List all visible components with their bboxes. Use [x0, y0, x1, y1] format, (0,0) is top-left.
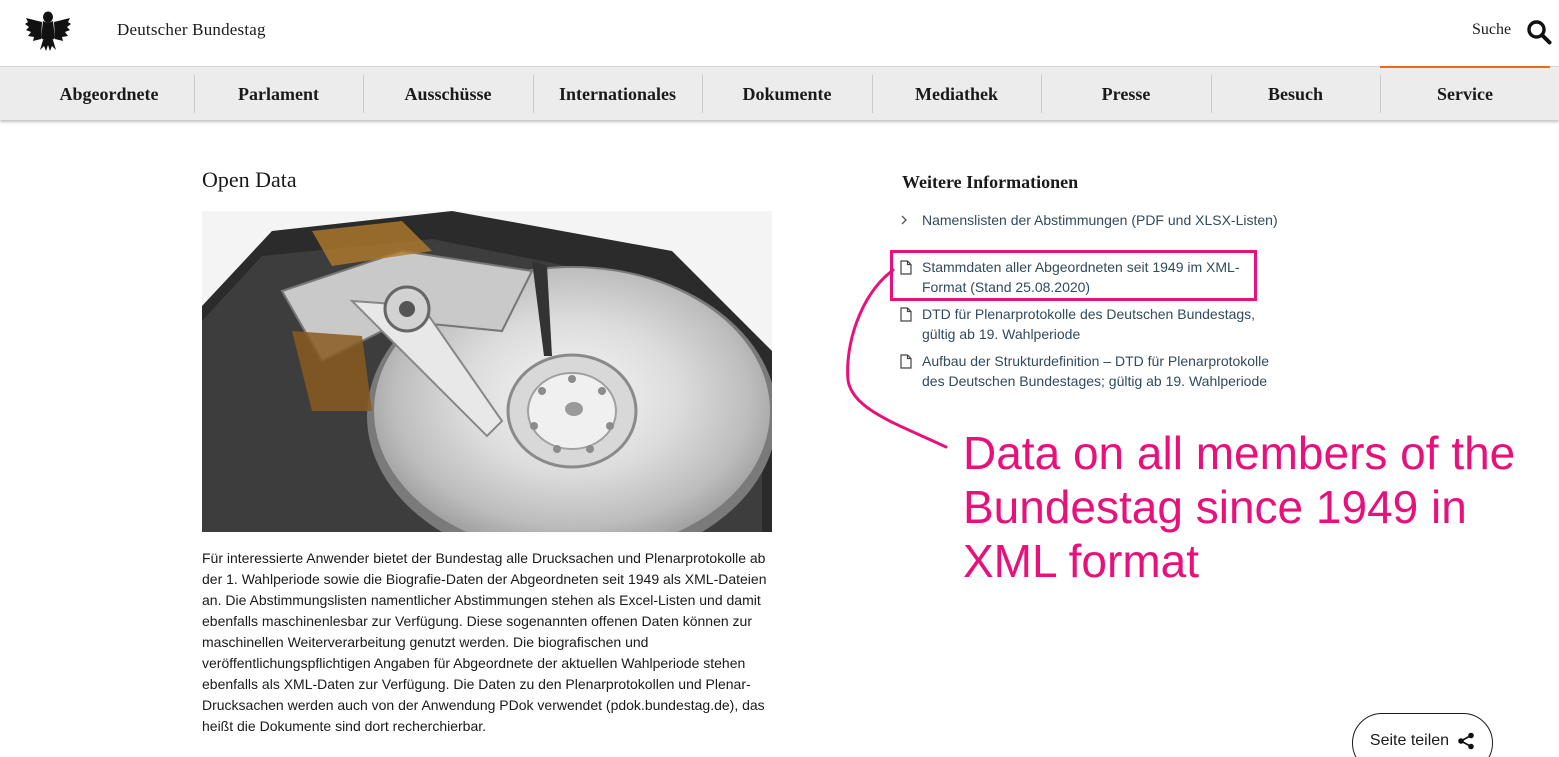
page-title: Open Data [202, 167, 297, 192]
share-page-button[interactable]: Seite teilen [1352, 713, 1493, 757]
nav-item-abgeordnete[interactable]: Abgeordnete [24, 67, 194, 121]
nav-item-besuch[interactable]: Besuch [1211, 67, 1380, 121]
link-label[interactable]: Namenslisten der Abstimmungen (PDF und X… [922, 210, 1278, 230]
site-title[interactable]: Deutscher Bundestag [117, 20, 266, 40]
chevron-right-icon [900, 210, 922, 230]
search-link[interactable]: Suche [1472, 21, 1511, 39]
nav-item-parlament[interactable]: Parlament [194, 67, 363, 121]
document-icon [900, 304, 922, 324]
nav-item-dokumente[interactable]: Dokumente [702, 67, 872, 121]
link-item-namenslisten[interactable]: Namenslisten der Abstimmungen (PDF und X… [900, 210, 1280, 230]
site-header: Deutscher Bundestag Suche [0, 0, 1559, 66]
federal-eagle-logo-icon[interactable] [24, 8, 72, 52]
annotation-text: Data on all members of the Bundestag sin… [963, 427, 1516, 587]
body-text: Für interessierte Anwender bietet der Bu… [202, 550, 767, 734]
nav-item-service[interactable]: Service [1380, 67, 1550, 121]
main-navigation: Abgeordnete Parlament Ausschüsse Interna… [0, 66, 1559, 120]
share-icon [1458, 732, 1474, 750]
share-label: Seite teilen [1369, 732, 1450, 749]
link-item-dtd-plenarprotokolle[interactable]: DTD für Plenarprotokolle des Deutschen B… [900, 304, 1280, 344]
hard-drive-image: i [202, 211, 772, 532]
nav-item-internationales[interactable]: Internationales [533, 67, 702, 121]
nav-item-presse[interactable]: Presse [1041, 67, 1211, 121]
search-icon[interactable] [1526, 19, 1552, 45]
hard-drive-illustration [202, 211, 772, 532]
document-icon [900, 351, 922, 371]
link-item-strukturdefinition[interactable]: Aufbau der Strukturdefinition – DTD für … [900, 351, 1280, 391]
link-label[interactable]: DTD für Plenarprotokolle des Deutschen B… [922, 304, 1280, 344]
link-label[interactable]: Aufbau der Strukturdefinition – DTD für … [922, 351, 1280, 391]
nav-item-mediathek[interactable]: Mediathek [872, 67, 1041, 121]
nav-item-ausschuesse[interactable]: Ausschüsse [363, 67, 533, 121]
annotation-highlight-box [890, 250, 1257, 301]
sidebar-title: Weitere Informationen [902, 172, 1079, 192]
